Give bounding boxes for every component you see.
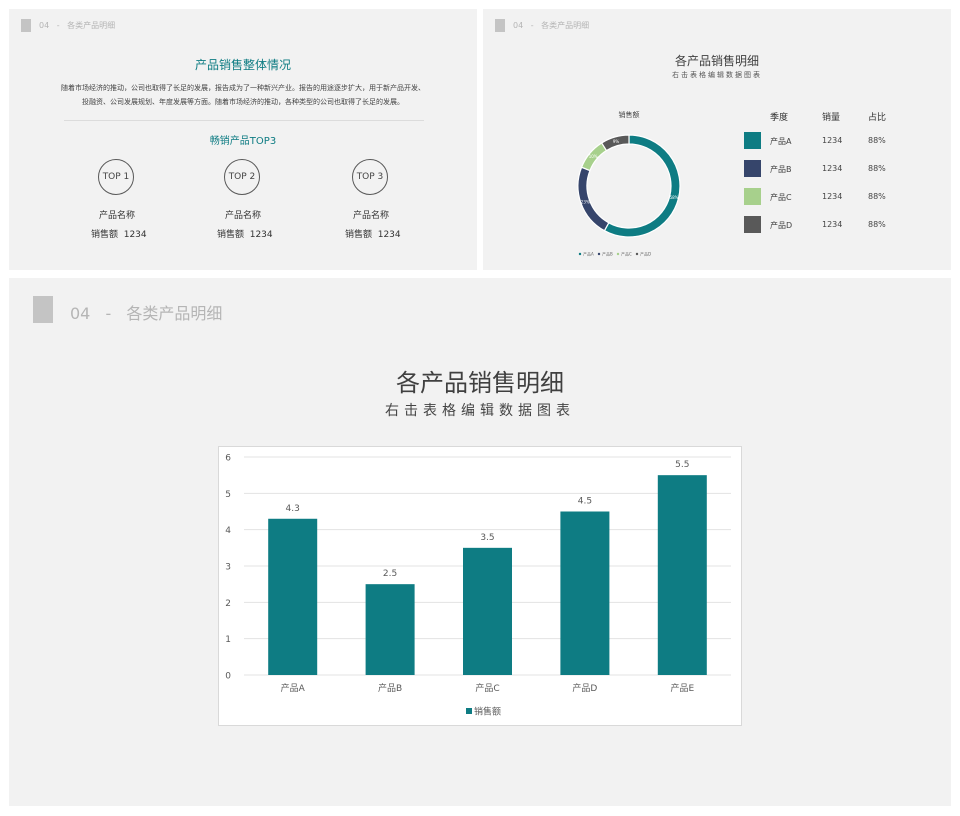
table-cell-pct: 88% [868,220,886,229]
legend-swatch [744,216,761,233]
table-cell-name: 产品D [770,221,793,230]
top2-badge: TOP 2 [224,159,260,195]
legend-label: 产品C [621,251,632,257]
y-tick-label: 0 [225,672,231,682]
legend-label: 产品B [602,251,613,257]
legend-marker [578,252,582,256]
section-title: 各类产品明细 [126,304,223,323]
donut-title: 销售额 [619,110,640,119]
section-number: 04 [39,21,50,30]
y-tick-label: 2 [225,599,231,609]
bar-chart-frame[interactable]: 0 1 2 3 4 5 6 4.3 产品A 2.5 产品B 3.5 产品C 4.5 产品D 5.5 产品E 销售额 [218,446,742,726]
legend-marker [597,252,601,256]
section-number: 04 [70,304,91,323]
detail-subtitle: 右击表格编辑数据图表 [385,403,575,419]
legend-label: 销售额 [474,706,501,718]
table-cell-pct: 88% [868,136,886,145]
table-cell-pct: 88% [868,164,886,173]
x-tick-label: 产品A [281,682,306,694]
bar-value-label: 5.5 [675,460,689,470]
legend-label: 产品D [640,251,651,257]
y-tick-label: 5 [225,490,231,500]
table-cell-qty: 1234 [822,220,843,229]
section-separator: - [105,304,112,323]
legend-marker [635,252,639,256]
donut-slice [603,134,681,238]
table-header-season: 季度 [770,113,789,123]
section-divider [64,120,424,121]
bar [463,547,512,675]
top1-badge: TOP 1 [98,159,134,195]
legend-marker [616,252,620,256]
table-cell-qty: 1234 [822,136,843,145]
donut-chart: 销售额 58% 23% 10% 9% 产品A 产品B 产品C 产品D [577,110,681,257]
section-marker-icon [33,296,53,323]
top1-sales: 销售额 1234 [91,230,147,240]
top3-sales: 销售额 1234 [345,230,401,240]
table-cell-name: 产品C [770,193,792,202]
bar [268,518,318,675]
section-title: 各类产品明细 [67,21,116,30]
table-cell-name: 产品A [770,137,792,146]
section-header: 04 - 各类产品明细 [39,20,115,31]
bar-value-label: 2.5 [383,569,397,579]
detail-title: 各产品销售明细 [674,54,759,68]
section-header: 04 - 各类产品明细 [70,300,222,324]
detail-subtitle: 右击表格编辑数据图表 [672,71,762,79]
section-separator: - [56,21,60,30]
legend-label: 产品A [583,251,594,257]
legend-swatch [744,160,761,177]
section-separator: - [530,21,534,30]
table-header-quantity: 销量 [822,113,841,123]
top2-sales: 销售额 1234 [217,230,273,240]
y-tick-label: 1 [225,635,231,645]
donut-slice-label: 58% [670,195,679,200]
top1-name: 产品名称 [99,211,136,221]
top3-heading: 畅销产品TOP3 [209,136,277,147]
bar-value-label: 3.5 [480,533,494,543]
x-tick-label: 产品D [572,682,597,694]
x-tick-label: 产品C [475,682,499,694]
section-header: 04 - 各类产品明细 [513,20,589,31]
table-header-ratio: 占比 [868,113,887,123]
x-tick-label: 产品E [670,682,694,694]
donut-slice-label: 10% [589,154,598,159]
table-cell-qty: 1234 [822,192,843,201]
top3-name: 产品名称 [353,211,390,221]
table-cell-qty: 1234 [822,164,843,173]
bar-chart: 0 1 2 3 4 5 6 4.3 产品A 2.5 产品B 3.5 产品C 4.5 产品D 5.5 产品E 销售额 [225,454,731,718]
donut-slice-label: 9% [613,139,620,144]
paragraph-line: 投融资、公司发展规划、年度发展等方面。随着市场经济的推动，各种类型的公司也取得了… [82,98,404,106]
overview-heading: 产品销售整体情况 [194,58,291,72]
bar [560,511,610,675]
top2-name: 产品名称 [225,211,262,221]
section-number: 04 [513,21,524,30]
x-tick-label: 产品B [378,682,402,694]
detail-title: 各产品销售明细 [396,369,564,397]
table-cell-name: 产品B [770,165,792,174]
donut-slice-label: 23% [581,199,590,204]
top3-badge: TOP 3 [352,159,388,195]
slide-bar-detail[interactable]: 04 - 各类产品明细 各产品销售明细 右击表格编辑数据图表 0 1 2 3 4 5 6 4.… [9,278,951,806]
bar-value-label: 4.3 [286,504,300,514]
y-tick-label: 4 [225,526,231,536]
y-tick-label: 6 [225,454,231,464]
bar [365,584,415,675]
overview-paragraph: 随着市场经济的推动，公司也取得了长足的发展，报告成为了一种新兴产业。报告的用途逐… [9,81,477,109]
y-tick-label: 3 [225,563,231,573]
slide-overview[interactable]: 04 - 各类产品明细 产品销售整体情况 随着市场经济的推动，公司也取得了长足的… [9,9,477,270]
legend-marker [466,708,472,714]
section-title: 各类产品明细 [541,21,590,30]
paragraph-line: 随着市场经济的推动，公司也取得了长足的发展，报告成为了一种新兴产业。报告的用途逐… [61,84,425,92]
slide-donut-detail[interactable]: 04 - 各类产品明细 各产品销售明细 右击表格编辑数据图表 销售额 58% 23%… [483,9,951,270]
bar-value-label: 4.5 [578,497,592,507]
legend-swatch [744,188,761,205]
table-cell-pct: 88% [868,192,886,201]
section-marker-icon [21,19,31,32]
section-marker-icon [495,19,505,32]
bar [657,475,707,675]
legend-swatch [744,132,761,149]
